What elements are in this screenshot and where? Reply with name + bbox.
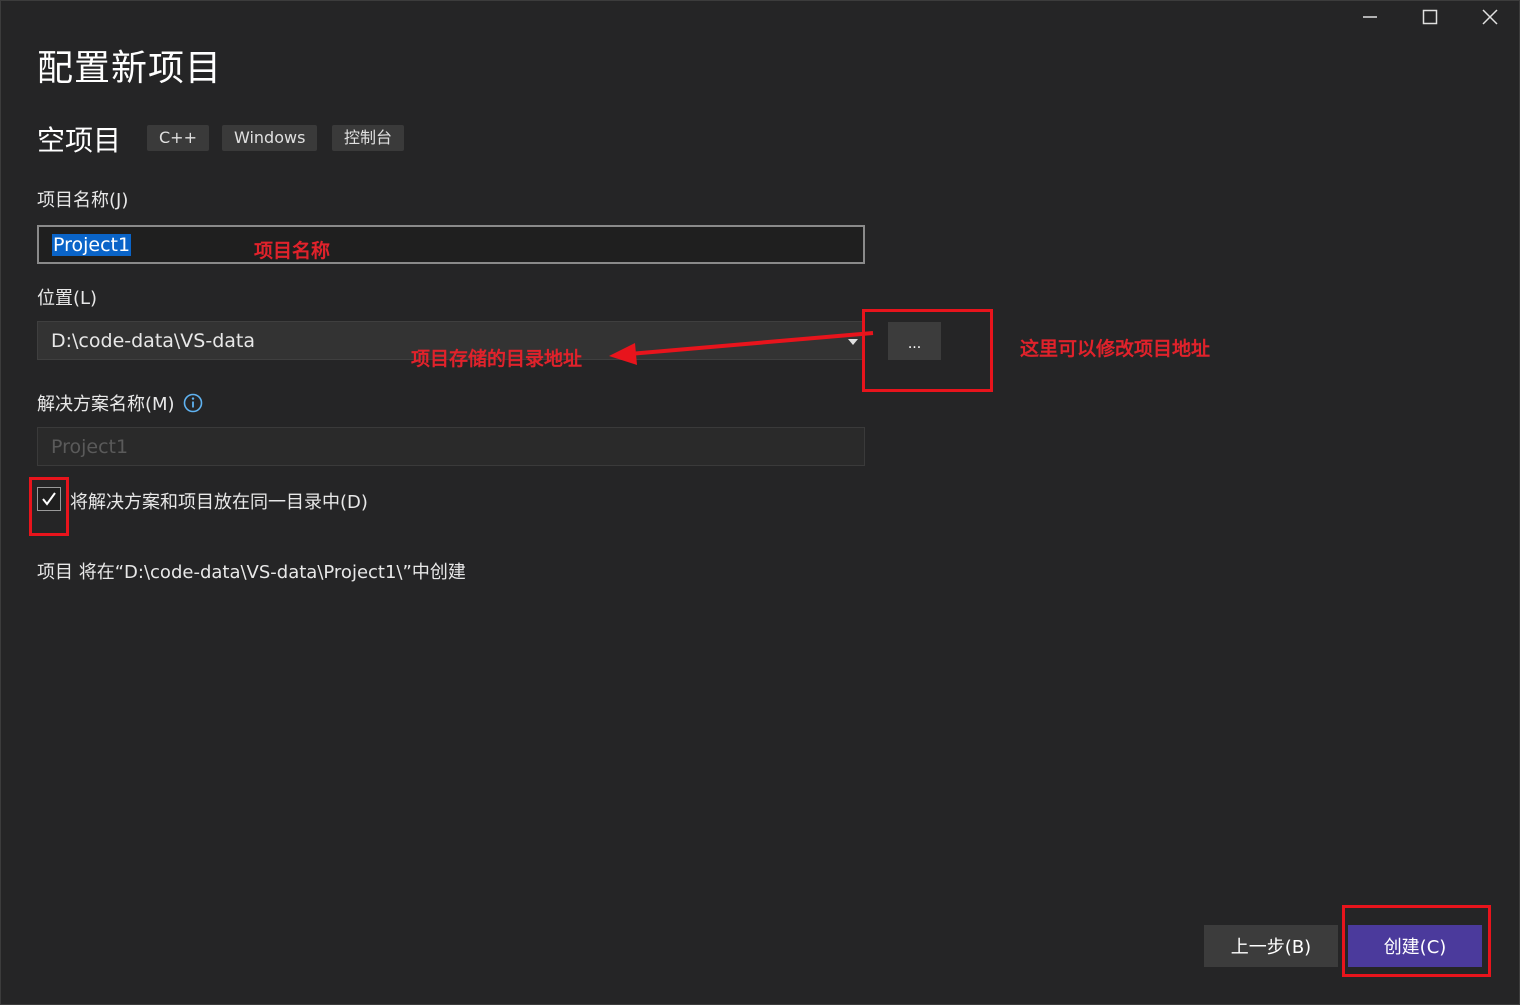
tag-windows: Windows <box>222 125 318 151</box>
close-icon <box>1482 9 1498 25</box>
solution-name-input: Project1 <box>37 427 865 466</box>
project-name-input[interactable]: Project1 <box>37 225 865 264</box>
maximize-button[interactable] <box>1401 1 1459 33</box>
annotation-arrow <box>609 331 874 365</box>
same-dir-label: 将解决方案和项目放在同一目录中(D) <box>70 492 368 513</box>
tag-cpp: C++ <box>147 125 209 151</box>
back-button[interactable]: 上一步(B) <box>1204 925 1338 967</box>
template-name: 空项目 <box>37 124 122 157</box>
dialog-window: 配置新项目 空项目 C++ Windows 控制台 项目名称(J) Projec… <box>0 0 1520 1005</box>
location-value: D:\code-data\VS-data <box>51 329 256 352</box>
page-title: 配置新项目 <box>37 48 223 89</box>
location-label: 位置(L) <box>37 288 98 309</box>
checkbox-highlight-box <box>29 477 69 536</box>
browse-highlight-box <box>862 309 993 392</box>
close-button[interactable] <box>1461 1 1519 33</box>
project-name-label: 项目名称(J) <box>37 190 129 211</box>
info-icon[interactable] <box>183 393 203 413</box>
annotation-project-name: 项目名称 <box>254 240 331 262</box>
create-highlight-box <box>1342 905 1491 977</box>
tag-console: 控制台 <box>332 125 405 151</box>
minimize-button[interactable] <box>1341 1 1399 33</box>
solution-name-label-row: 解决方案名称(M) <box>37 390 203 416</box>
project-name-value: Project1 <box>52 233 132 256</box>
annotation-location: 项目存储的目录地址 <box>411 348 583 370</box>
maximize-icon <box>1422 9 1438 25</box>
creation-path-summary: 项目 将在“D:\code-data\VS-data\Project1\”中创建 <box>37 562 466 583</box>
minimize-icon <box>1363 16 1377 18</box>
annotation-browse: 这里可以修改项目地址 <box>1020 338 1211 360</box>
solution-name-label: 解决方案名称(M) <box>37 394 175 415</box>
solution-name-placeholder: Project1 <box>51 435 129 458</box>
